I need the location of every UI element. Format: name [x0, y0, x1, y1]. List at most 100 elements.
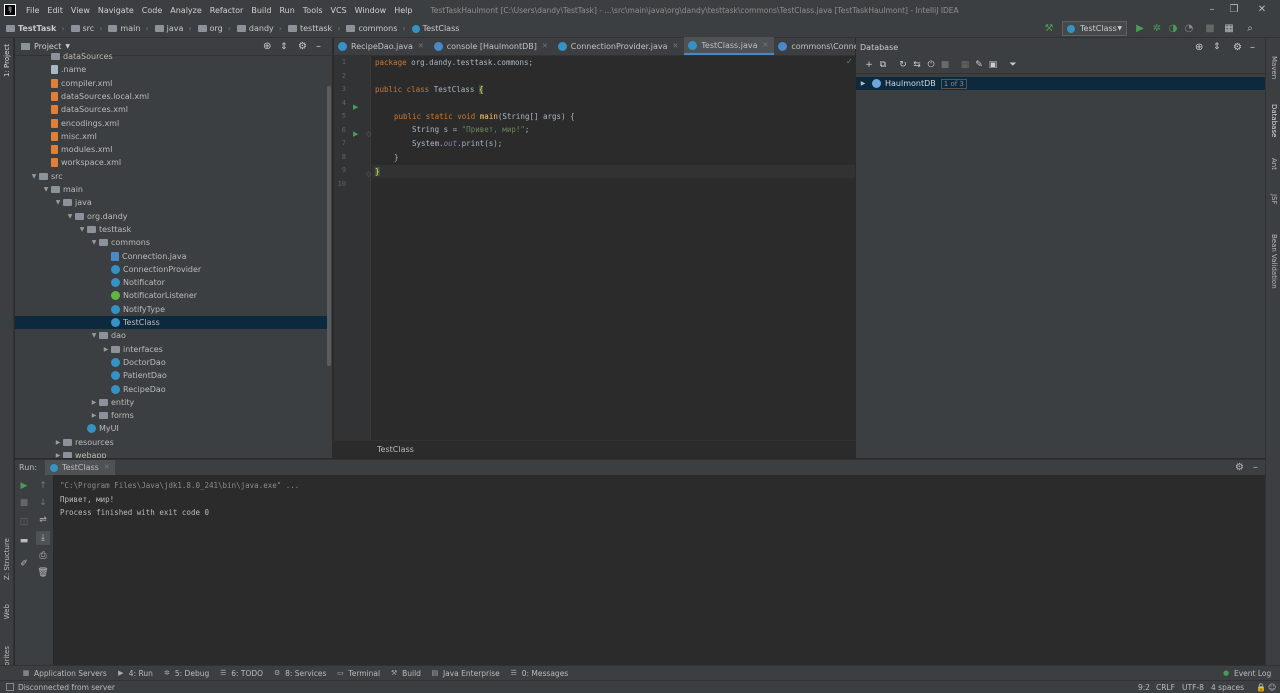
- tree-item[interactable]: encodings.xml: [15, 117, 327, 130]
- menu-run[interactable]: Run: [275, 6, 298, 15]
- close-tab-icon[interactable]: ✕: [418, 42, 424, 50]
- close-tab-icon[interactable]: ✕: [673, 42, 679, 50]
- run-icon[interactable]: ▶: [1133, 22, 1147, 36]
- structure-tool-button[interactable]: Z: Structure: [3, 538, 11, 580]
- chevron-down-icon[interactable]: ▼: [53, 199, 63, 206]
- tree-item[interactable]: ▼ src: [15, 170, 327, 183]
- code-area[interactable]: package org.dandy.testtask.commons; publ…: [372, 56, 855, 440]
- menu-vcs[interactable]: VCS: [327, 6, 351, 15]
- close-tab-icon[interactable]: ✕: [542, 42, 548, 50]
- hide-icon[interactable]: –: [1250, 42, 1255, 53]
- stop-icon[interactable]: ■: [938, 58, 952, 72]
- tree-item[interactable]: ▶ webapp: [15, 449, 327, 458]
- scroll-to-end-icon[interactable]: ⤓: [36, 531, 50, 545]
- tree-item[interactable]: ▶ entity: [15, 396, 327, 409]
- locate-icon[interactable]: ⊕: [1195, 42, 1203, 53]
- chevron-down-icon[interactable]: ▼: [65, 43, 70, 50]
- tree-item[interactable]: MyUI: [15, 422, 327, 435]
- tree-item[interactable]: RecipeDao: [15, 383, 327, 396]
- tree-item[interactable]: .name: [15, 63, 327, 76]
- up-icon[interactable]: ↑: [36, 479, 50, 493]
- jsf-tool-button[interactable]: JSF: [1270, 194, 1278, 205]
- schema-icon[interactable]: ⇆: [910, 58, 924, 72]
- indent-setting[interactable]: 4 spaces: [1211, 683, 1244, 692]
- chevron-down-icon[interactable]: ▼: [89, 332, 99, 339]
- stop-icon[interactable]: ■: [1203, 22, 1217, 36]
- breadcrumb-item[interactable]: testtask ›: [282, 24, 340, 33]
- menu-tools[interactable]: Tools: [299, 6, 327, 15]
- chevron-right-icon[interactable]: ▶: [53, 452, 63, 458]
- down-icon[interactable]: ↓: [36, 496, 50, 510]
- event-log-button[interactable]: ● Event Log: [1222, 669, 1271, 678]
- minimize-icon[interactable]: –: [1202, 0, 1222, 20]
- tool-tab[interactable]: ▦ Application Servers: [22, 669, 107, 678]
- run-gutter-icon[interactable]: ▶: [353, 103, 358, 111]
- console-icon[interactable]: ▣: [986, 58, 1000, 72]
- close-tab-icon[interactable]: ✕: [104, 460, 110, 475]
- menu-navigate[interactable]: Navigate: [94, 6, 138, 15]
- tree-item[interactable]: NotificatorListener: [15, 289, 327, 302]
- disconnect-icon[interactable]: ⏻: [924, 58, 938, 72]
- chevron-right-icon[interactable]: ▶: [89, 399, 99, 406]
- refresh-icon[interactable]: ↻: [896, 58, 910, 72]
- tool-tab[interactable]: ▤ Java Enterprise: [431, 669, 500, 678]
- breadcrumb-item[interactable]: TestTask ›: [0, 24, 65, 33]
- project-tool-button[interactable]: 1: Project: [3, 44, 11, 77]
- tree-item[interactable]: compiler.xml: [15, 77, 327, 90]
- menu-help[interactable]: Help: [390, 6, 416, 15]
- menu-build[interactable]: Build: [247, 6, 275, 15]
- restore-layout-icon[interactable]: ◫: [17, 515, 31, 529]
- fold-icon[interactable]: ◇: [366, 170, 371, 178]
- menu-view[interactable]: View: [67, 6, 94, 15]
- tree-item[interactable]: ▶ resources: [15, 436, 327, 449]
- layout-icon[interactable]: ▬: [17, 534, 31, 548]
- soft-wrap-icon[interactable]: ⇌: [36, 513, 50, 527]
- chevron-right-icon[interactable]: ▶: [858, 80, 868, 87]
- breadcrumb-item[interactable]: TestClass: [406, 24, 459, 33]
- menu-refactor[interactable]: Refactor: [206, 6, 248, 15]
- run-gutter-icon[interactable]: ▶: [353, 130, 358, 138]
- bean-validation-tool-button[interactable]: Bean Validation: [1270, 234, 1278, 289]
- chevron-down-icon[interactable]: ▼: [29, 173, 39, 180]
- status-toggle-icon[interactable]: [6, 683, 14, 691]
- tool-tab[interactable]: ▭ Terminal: [336, 669, 380, 678]
- menu-edit[interactable]: Edit: [43, 6, 67, 15]
- breadcrumb-item[interactable]: org ›: [192, 24, 231, 33]
- tree-item[interactable]: ▼ commons: [15, 236, 327, 249]
- tree-item[interactable]: TestClass: [15, 316, 327, 329]
- editor-tab[interactable]: RecipeDao.java ✕: [334, 37, 430, 55]
- close-tab-icon[interactable]: ✕: [763, 41, 769, 49]
- run-tab[interactable]: TestClass ✕: [45, 460, 115, 475]
- breadcrumb-item[interactable]: main ›: [102, 24, 149, 33]
- chevron-right-icon[interactable]: ▶: [101, 346, 111, 353]
- database-tool-button[interactable]: Database: [1270, 104, 1278, 137]
- tree-item[interactable]: misc.xml: [15, 130, 327, 143]
- add-icon[interactable]: +: [862, 58, 876, 72]
- tree-item[interactable]: dataSources.xml: [15, 103, 327, 116]
- maven-tool-button[interactable]: Maven: [1270, 56, 1278, 79]
- caret-position[interactable]: 9:2: [1138, 683, 1150, 692]
- fold-icon[interactable]: ◇: [366, 130, 371, 138]
- chevron-down-icon[interactable]: ▼: [41, 186, 51, 193]
- editor-tab[interactable]: TestClass.java ✕: [684, 37, 775, 55]
- tree-item[interactable]: ▼ dao: [15, 329, 327, 342]
- tool-tab[interactable]: ⚒ Build: [390, 669, 421, 678]
- project-structure-icon[interactable]: ▦: [1222, 22, 1236, 36]
- tree-item[interactable]: ▶ interfaces: [15, 343, 327, 356]
- project-scrollbar[interactable]: [327, 86, 331, 366]
- menu-code[interactable]: Code: [138, 6, 166, 15]
- tree-item[interactable]: PatientDao: [15, 369, 327, 382]
- menu-window[interactable]: Window: [351, 6, 391, 15]
- tool-tab[interactable]: ☰ 6: TODO: [219, 669, 263, 678]
- menu-analyze[interactable]: Analyze: [166, 6, 206, 15]
- chevron-right-icon[interactable]: ▶: [53, 439, 63, 446]
- collapse-all-icon[interactable]: ⇕: [1213, 42, 1221, 52]
- stop-icon[interactable]: ■: [17, 496, 31, 510]
- rerun-icon[interactable]: ▶: [17, 479, 31, 493]
- chevron-down-icon[interactable]: ▼: [89, 239, 99, 246]
- tree-item[interactable]: dataSources.local.xml: [15, 90, 327, 103]
- tree-item[interactable]: dataSources: [15, 50, 327, 63]
- tree-item[interactable]: Notificator: [15, 276, 327, 289]
- gear-icon[interactable]: ⚙: [1233, 42, 1242, 53]
- tool-tab[interactable]: ☰ 0: Messages: [510, 669, 569, 678]
